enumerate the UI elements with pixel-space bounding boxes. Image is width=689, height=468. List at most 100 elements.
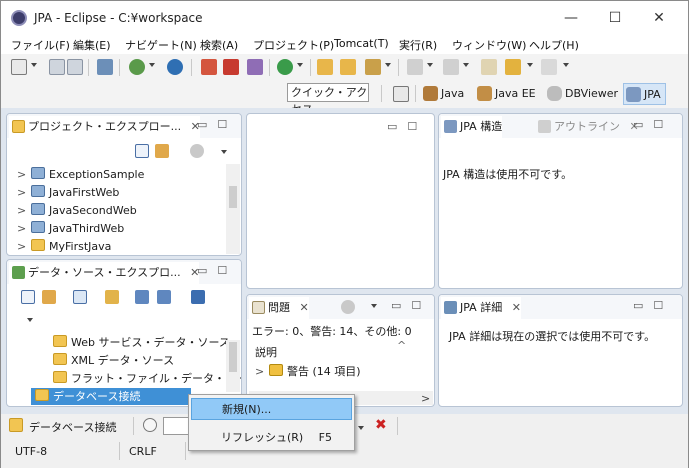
next-annotation-icon[interactable] — [407, 59, 423, 75]
project-item[interactable]: > ExceptionSample — [17, 166, 144, 183]
properties-icon[interactable] — [191, 290, 205, 304]
disconnect-icon[interactable]: ✖ — [375, 417, 387, 433]
tab-outline[interactable]: アウトライン ✕ — [535, 116, 639, 138]
view-menu-icon[interactable] — [371, 304, 377, 308]
tab-problems[interactable]: 問題 ✕ — [249, 297, 309, 319]
tab-data-source-explorer[interactable]: データ・ソース・エクスプロ... ✕ — [9, 262, 200, 284]
run-config-dropdown-icon[interactable] — [149, 63, 155, 67]
forward-arrow-icon[interactable] — [541, 59, 557, 75]
back-arrow-icon[interactable] — [505, 59, 521, 75]
folder-icon — [53, 353, 67, 365]
new-dropdown-icon[interactable] — [31, 63, 37, 67]
connection-combo[interactable] — [163, 417, 189, 435]
vertical-scrollbar[interactable] — [226, 340, 240, 392]
min-max-icon[interactable]: ▭☐ — [633, 299, 673, 312]
new-icon[interactable] — [11, 59, 27, 75]
run-icon[interactable] — [277, 59, 293, 75]
menu-search[interactable]: 検索(A) — [200, 37, 238, 53]
tab-jpa-details[interactable]: JPA 詳細 ✕ — [441, 297, 521, 319]
expand-arrow-icon[interactable] — [27, 318, 33, 322]
search-tool-icon[interactable] — [365, 59, 381, 75]
link-icon[interactable] — [42, 290, 56, 304]
data-source-item[interactable]: Web サービス・データ・ソース — [53, 334, 230, 351]
min-max-icon[interactable]: ▭☐ — [197, 118, 237, 131]
menu-run[interactable]: 実行(R) — [399, 37, 437, 53]
perspective-dbviewer[interactable]: DBViewer — [545, 83, 622, 105]
last-edit-icon[interactable] — [481, 59, 497, 75]
tab-label: JPA 詳細 — [460, 301, 503, 314]
panel-tab-bar: JPA 詳細 ✕ ▭☐ — [439, 295, 682, 319]
data-source-item[interactable]: XML データ・ソース — [53, 352, 174, 369]
vertical-scrollbar[interactable] — [226, 164, 240, 254]
close-icon[interactable]: ✕ — [512, 301, 521, 314]
maximize-button[interactable]: ☐ — [593, 5, 637, 31]
run-config-icon[interactable] — [129, 59, 145, 75]
debug-icon[interactable] — [247, 59, 263, 75]
console-icon[interactable] — [97, 59, 113, 75]
terminate-icon[interactable] — [223, 59, 239, 75]
tree-view-icon[interactable] — [73, 290, 87, 304]
min-max-icon[interactable]: ▭☐ — [391, 299, 431, 312]
menu-navigate[interactable]: ナビゲート(N) — [125, 37, 197, 53]
link-with-editor-icon[interactable] — [155, 144, 169, 158]
project-item[interactable]: > JavaSecondWeb — [17, 202, 137, 219]
collapse-all-icon[interactable] — [135, 144, 149, 158]
open-type-icon[interactable] — [317, 59, 333, 75]
skip-breakpoints-icon[interactable] — [201, 59, 217, 75]
connection-dropdown-icon[interactable] — [358, 426, 364, 430]
project-item[interactable]: > MyFirstJava — [17, 238, 111, 255]
forward-dropdown-icon[interactable] — [563, 63, 569, 67]
settings-gear-icon[interactable] — [167, 59, 183, 75]
import-icon[interactable] — [135, 290, 149, 304]
data-source-item-selected[interactable]: データベース接続 — [31, 388, 191, 405]
quick-access-input[interactable]: クイック・アクセス — [287, 83, 369, 116]
project-item[interactable]: > JavaFirstWeb — [17, 184, 119, 201]
prev-annotation-icon[interactable] — [443, 59, 459, 75]
open-resource-icon[interactable] — [340, 59, 356, 75]
export-icon[interactable] — [157, 290, 171, 304]
connect-icon[interactable] — [105, 290, 119, 304]
close-icon[interactable]: ✕ — [300, 301, 309, 314]
perspective-java[interactable]: Java — [421, 83, 468, 105]
menu-tomcat[interactable]: Tomcat(T) — [334, 37, 389, 50]
back-dropdown-icon[interactable] — [527, 63, 533, 67]
project-item[interactable]: > JavaThirdWeb — [17, 220, 124, 237]
collapse-all-icon[interactable] — [21, 290, 35, 304]
tab-label: アウトライン — [554, 120, 620, 133]
context-menu-refresh[interactable]: リフレッシュ(R) F5 — [191, 427, 352, 449]
data-source-item[interactable]: フラット・ファイル・データ・ソース — [53, 370, 241, 387]
warnings-group-row[interactable]: > 警告 (14 項目) — [255, 363, 361, 380]
menu-edit[interactable]: 編集(E) — [73, 37, 111, 53]
save-icon[interactable] — [49, 59, 65, 75]
menu-file[interactable]: ファイル(F) — [11, 37, 70, 53]
description-column-header[interactable]: 説明 — [255, 344, 277, 360]
prev-annotation-dropdown-icon[interactable] — [463, 63, 469, 67]
close-button[interactable]: ✕ — [637, 5, 681, 31]
search-icon[interactable] — [143, 418, 157, 432]
filter-icon[interactable] — [190, 144, 204, 158]
perspective-jpa[interactable]: JPA — [623, 83, 666, 105]
menu-window[interactable]: ウィンドウ(W) — [452, 37, 526, 53]
filter-icon[interactable] — [341, 300, 355, 314]
min-max-icon[interactable]: ▭☐ — [197, 264, 237, 277]
tab-jpa-structure[interactable]: JPA 構造 — [441, 116, 503, 138]
menu-help[interactable]: ヘルプ(H) — [529, 37, 579, 53]
perspective-java-ee[interactable]: Java EE — [475, 83, 540, 105]
toolbar-separator — [191, 59, 192, 76]
minimize-button[interactable]: — — [549, 5, 593, 31]
scrollbar-thumb[interactable] — [229, 186, 237, 208]
next-annotation-dropdown-icon[interactable] — [427, 63, 433, 67]
open-perspective-icon[interactable] — [393, 86, 409, 102]
tab-project-explorer[interactable]: プロジェクト・エクスプロー... ✕ — [9, 116, 200, 138]
menu-project[interactable]: プロジェクト(P) — [253, 37, 334, 53]
min-max-icon[interactable]: ▭☐ — [633, 118, 673, 131]
context-menu-new[interactable]: 新規(N)... — [191, 398, 352, 420]
view-menu-icon[interactable] — [221, 150, 227, 154]
save-all-icon[interactable] — [67, 59, 83, 75]
run-dropdown-icon[interactable] — [297, 63, 303, 67]
context-menu: 新規(N)... リフレッシュ(R) F5 — [188, 394, 355, 451]
search-dropdown-icon[interactable] — [385, 63, 391, 67]
min-max-icon[interactable]: ▭☐ — [387, 120, 427, 133]
scroll-right-icon[interactable]: > — [421, 392, 430, 405]
scrollbar-thumb[interactable] — [229, 342, 237, 372]
